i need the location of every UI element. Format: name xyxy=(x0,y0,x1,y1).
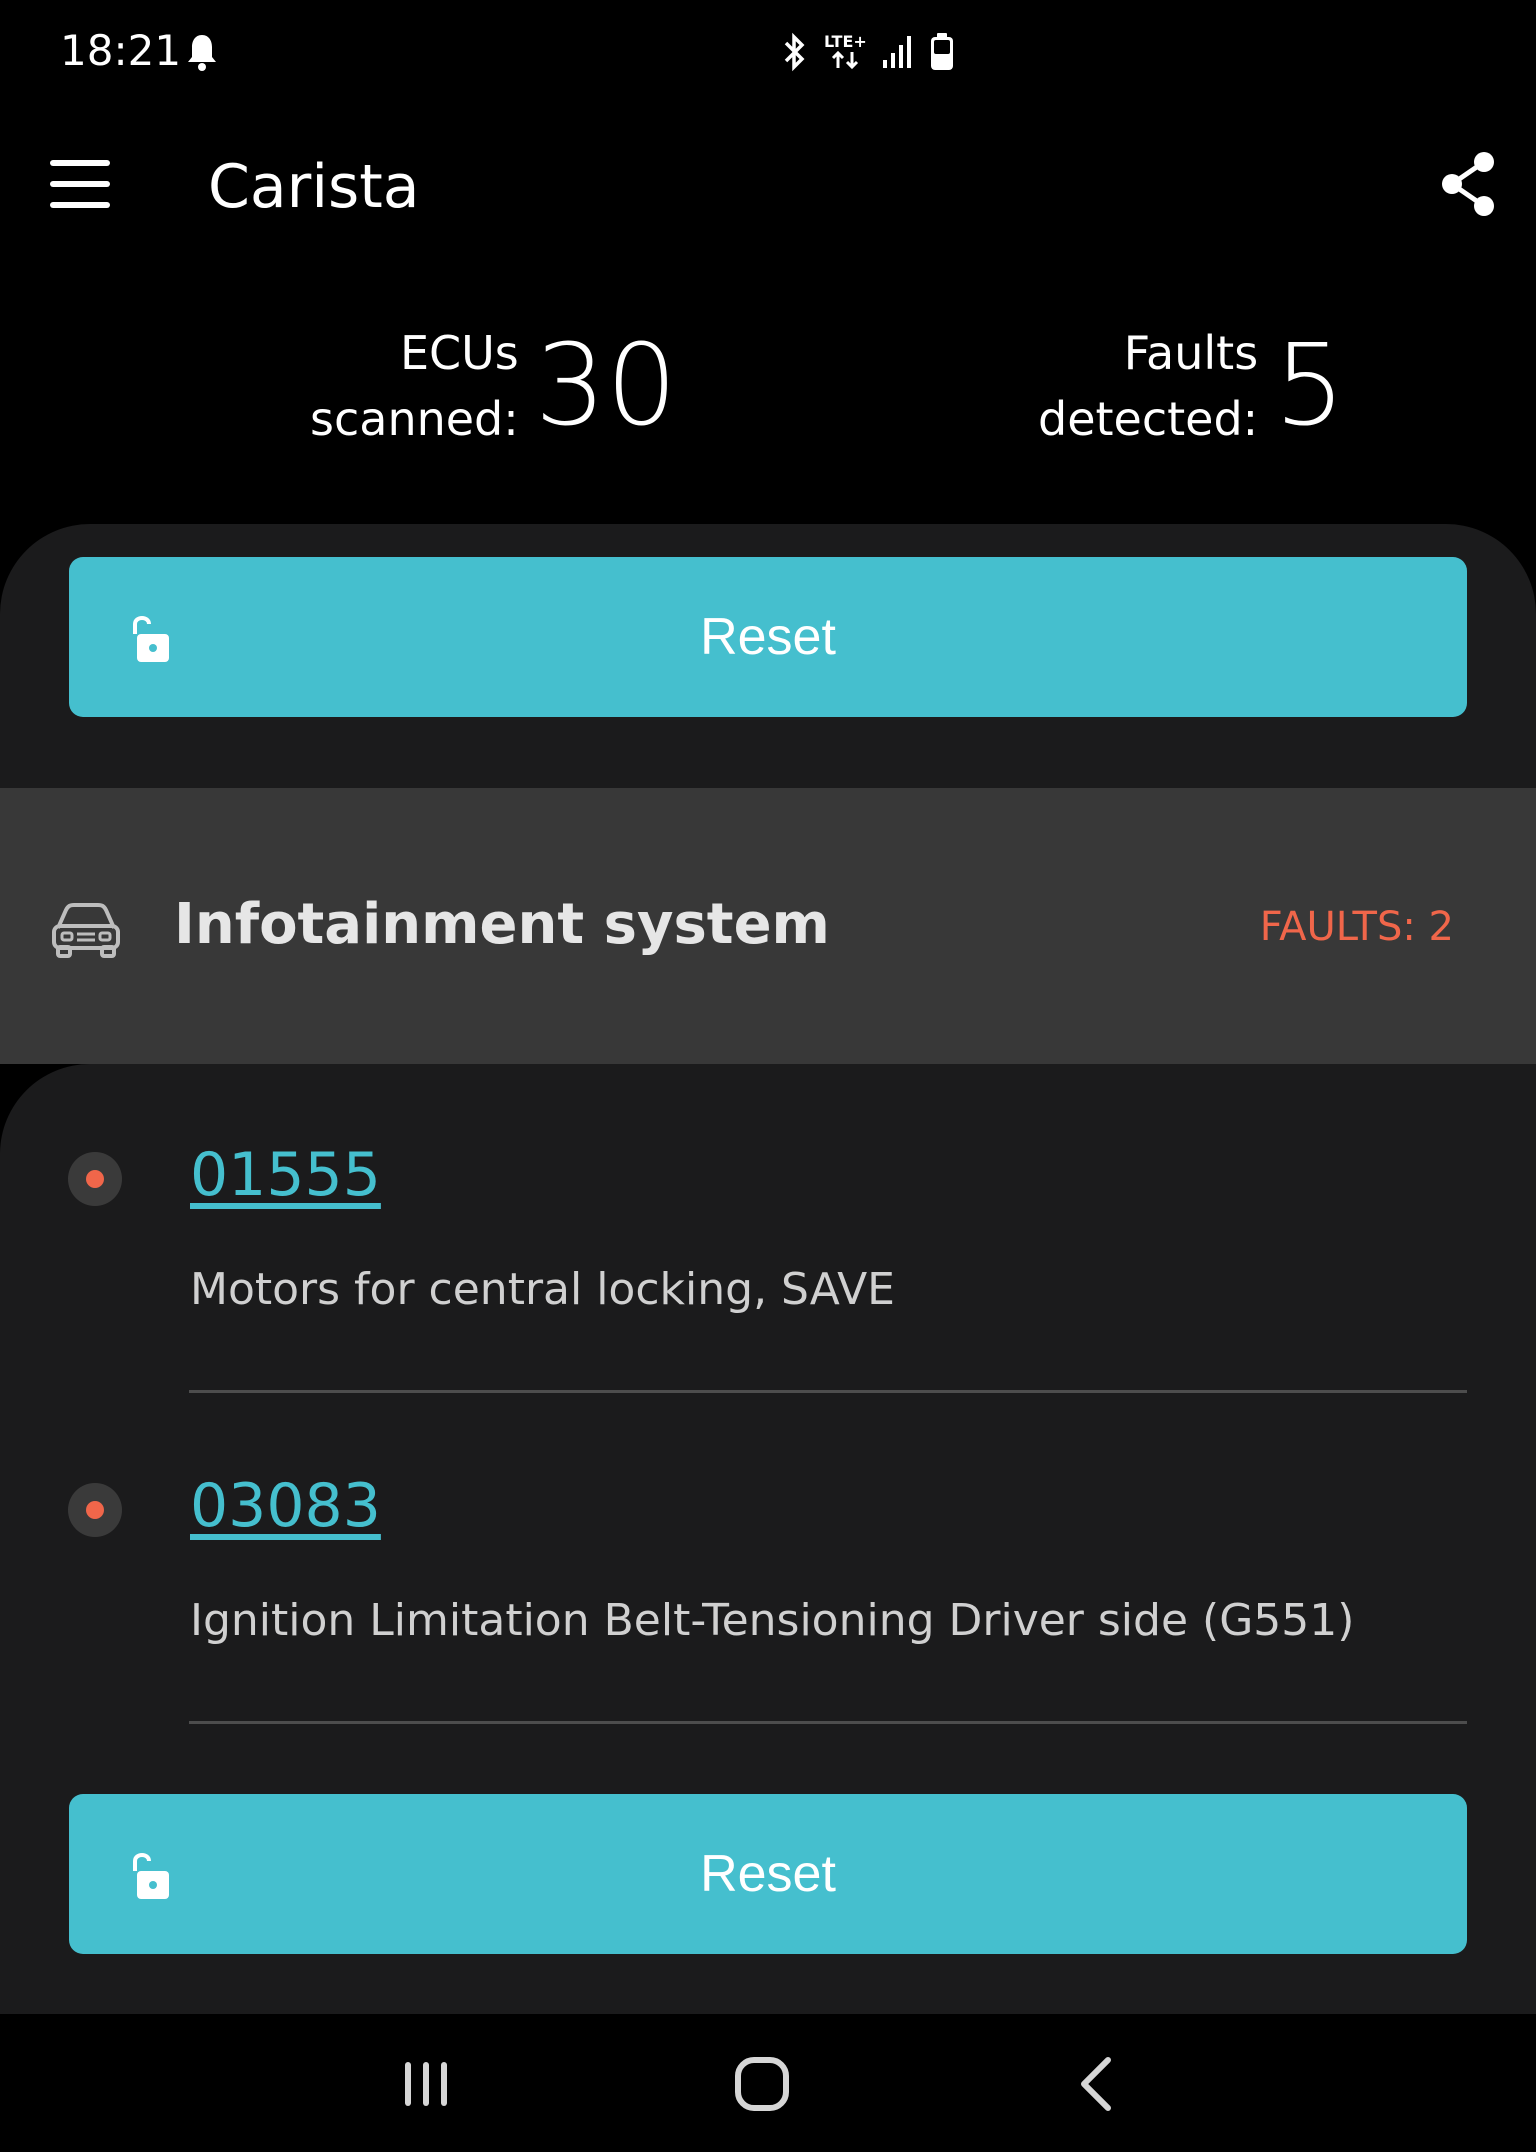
unlock-icon xyxy=(133,1853,169,1899)
faults-label-line1: Faults xyxy=(1123,326,1259,380)
faults-detected-stat: Faults detected: 5 xyxy=(1038,320,1345,452)
ecus-scanned-value: 30 xyxy=(534,321,678,451)
fault-code-link[interactable]: 01555 xyxy=(190,1140,381,1210)
recent-apps-icon[interactable] xyxy=(394,2052,458,2116)
menu-icon[interactable] xyxy=(48,152,112,216)
ecus-label-line1: ECUs xyxy=(399,326,519,380)
ecu-section-header[interactable]: Infotainment system FAULTS: 2 xyxy=(0,788,1536,1064)
fault-list: 01555 Motors for central locking, SAVE 0… xyxy=(0,1064,1536,2014)
scan-summary: ECUs scanned: 30 Faults detected: 5 xyxy=(0,320,1536,470)
ecus-scanned-label: ECUs scanned: xyxy=(310,320,519,452)
ecus-scanned-stat: ECUs scanned: 30 xyxy=(310,320,677,452)
fault-code-link[interactable]: 03083 xyxy=(190,1471,381,1541)
fault-description: Motors for central locking, SAVE xyxy=(190,1264,895,1315)
notification-bell-icon xyxy=(188,35,216,71)
status-bar: 18:21 LTE+ xyxy=(0,0,1536,104)
reset-section-button[interactable]: Reset xyxy=(69,1794,1467,1954)
unlock-icon xyxy=(133,616,169,662)
fault-status-icon xyxy=(68,1483,122,1537)
fault-status-icon xyxy=(68,1152,122,1206)
reset-section-label: Reset xyxy=(700,1845,836,1903)
back-icon[interactable] xyxy=(1066,2052,1130,2116)
navigation-bar xyxy=(0,2014,1536,2152)
ecu-section-title: Infotainment system xyxy=(174,892,830,957)
fault-divider xyxy=(189,1390,1467,1393)
reset-all-button[interactable]: Reset xyxy=(69,557,1467,717)
car-icon xyxy=(52,903,120,958)
reset-all-label: Reset xyxy=(700,608,836,666)
bluetooth-icon xyxy=(784,32,805,72)
fault-description: Ignition Limitation Belt-Tensioning Driv… xyxy=(190,1595,1355,1646)
faults-label-line2: detected: xyxy=(1038,392,1259,446)
network-type-label: LTE+ xyxy=(824,32,867,51)
reset-all-panel: Reset xyxy=(0,524,1536,788)
app-bar: Carista xyxy=(0,104,1536,272)
data-transfer-icon xyxy=(832,50,859,70)
status-time: 18:21 xyxy=(60,26,182,75)
faults-detected-value: 5 xyxy=(1274,321,1346,451)
signal-icon xyxy=(882,36,911,68)
screen: 18:21 LTE+ Carista ECUs scanned: 30 Faul… xyxy=(0,0,1536,2152)
ecus-label-line2: scanned: xyxy=(310,392,519,446)
system-icons: LTE+ xyxy=(780,30,955,74)
fault-divider xyxy=(189,1721,1467,1724)
share-icon[interactable] xyxy=(1436,148,1500,220)
app-title: Carista xyxy=(208,152,420,222)
faults-detected-label: Faults detected: xyxy=(1038,320,1258,452)
network-indicator: LTE+ xyxy=(824,34,867,70)
faults-count-badge: FAULTS: 2 xyxy=(1259,904,1454,950)
battery-icon xyxy=(930,33,953,70)
home-icon[interactable] xyxy=(730,2052,794,2116)
